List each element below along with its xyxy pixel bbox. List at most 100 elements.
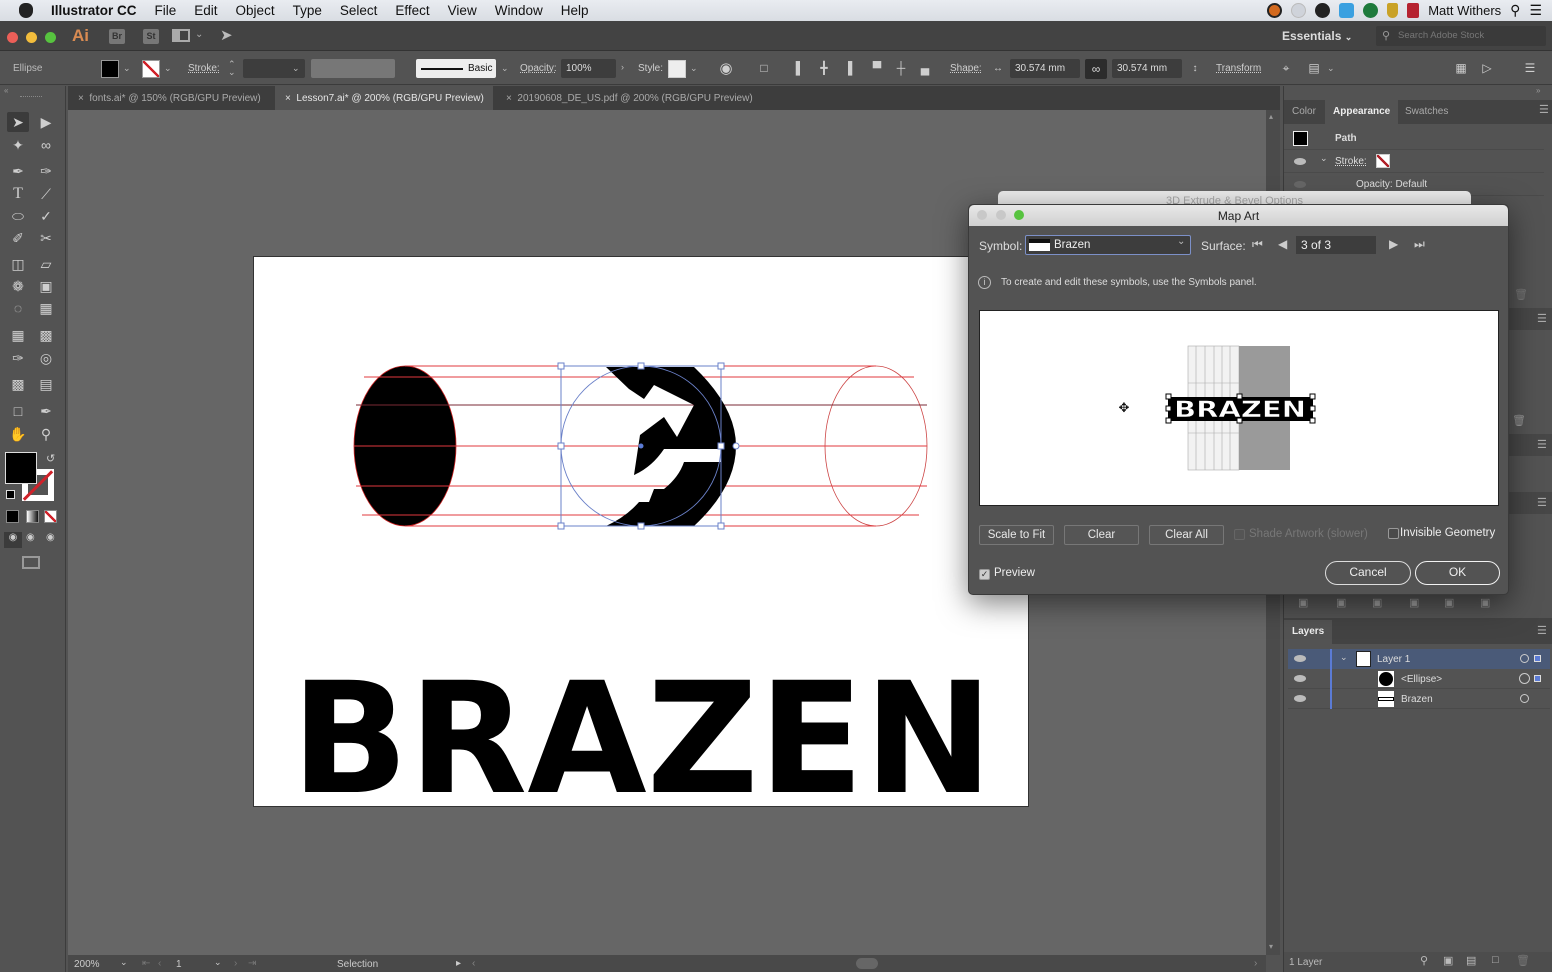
layer-name[interactable]: Layer 1 [1377,654,1410,665]
clear-all-button[interactable]: Clear All [1149,525,1224,545]
scroll-up-icon[interactable]: ▴ [1269,112,1273,121]
screen-mode-icon[interactable] [22,556,40,569]
tab-close-icon[interactable]: × [285,93,291,104]
stroke-weight-stepper[interactable]: ⌃ ⌄ [228,60,236,77]
align-left-icon[interactable]: ▌ [792,61,808,76]
line-segment-tool-icon[interactable]: ⟋ [35,184,57,204]
menu-edit[interactable]: Edit [194,3,217,18]
artboard-dropdown-chevron-icon[interactable]: ⌄ [214,957,222,968]
stroke-dropdown-chevron-icon[interactable]: ⌄ [164,63,172,74]
handle-middle-right[interactable] [717,442,725,450]
handle-top-right[interactable] [717,362,725,370]
handle[interactable] [1165,405,1172,412]
shape-label[interactable]: Shape: [950,63,982,74]
eyedropper-tool-icon[interactable]: ✑ [7,348,29,368]
handle-bottom-right[interactable] [717,522,725,530]
handle[interactable] [1236,417,1243,424]
layer-expand-chevron-icon[interactable]: ⌄ [1340,652,1348,663]
layer-visibility-eye-icon[interactable] [1294,675,1306,682]
menu-effect[interactable]: Effect [395,3,429,18]
brush-chevron-icon[interactable]: ⌄ [501,63,509,74]
artboard-number-field[interactable]: 1 [176,959,182,970]
handle-top-left[interactable] [557,362,565,370]
invisible-geometry-checkbox[interactable] [1388,528,1399,539]
doc-tab-lesson7[interactable]: × Lesson7.ai* @ 200% (RGB/GPU Preview) [275,86,493,110]
scale-to-fit-button[interactable]: Scale to Fit [979,525,1054,545]
create-sublayer-icon[interactable]: ▤ [1466,954,1476,967]
align-right-icon[interactable]: ▐ [840,61,856,76]
ellipse-tool-icon[interactable]: ⬭ [7,206,29,226]
menu-select[interactable]: Select [340,3,378,18]
default-fill-stroke-icon[interactable] [6,490,15,499]
blend-tool-icon[interactable]: ◎ [35,348,57,368]
draw-behind-icon[interactable]: ◉ [26,532,35,543]
fill-color-box[interactable] [5,452,37,484]
stroke-swatch[interactable] [142,60,160,78]
next-surface-icon[interactable]: ▶ [1389,237,1398,251]
handle[interactable] [1309,393,1316,400]
ok-button[interactable]: OK [1415,561,1500,585]
tray-app-icon[interactable] [1339,3,1355,18]
pen-tool-icon[interactable]: ✒ [7,161,29,181]
align-vertical-center-icon[interactable]: ┼ [893,61,909,76]
stock-button[interactable]: St [143,29,159,44]
menu-help[interactable]: Help [561,3,589,18]
pathfinder-exclude-icon[interactable]: ▣ [1409,596,1419,609]
symbol-preview-area[interactable]: BRAZEN ✥ [979,310,1499,506]
appearance-path-row[interactable]: Path [1284,127,1544,150]
transform-link[interactable]: Transform [1216,63,1261,74]
dialog-titlebar[interactable]: Map Art [969,205,1508,226]
recolor-artwork-icon[interactable]: ◉ [718,61,734,76]
zoom-dropdown-chevron-icon[interactable]: ⌄ [120,957,128,968]
pathfinder-minus-front-icon[interactable]: ▣ [1336,596,1346,609]
draw-inside-icon[interactable]: ◉ [46,532,55,543]
appearance-stroke-row[interactable]: ⌄ Stroke: [1284,150,1544,173]
draw-normal-icon[interactable]: ◉ [4,532,22,548]
tab-swatches[interactable]: Swatches [1397,100,1456,124]
pathfinder-trim-icon[interactable]: ▣ [1480,596,1490,609]
distribute-icon[interactable]: ▦ [1453,61,1469,76]
direct-selection-tool-icon[interactable]: ▶ [35,112,57,132]
scroll-down-icon[interactable]: ▾ [1269,942,1273,951]
handle-bottom-left[interactable] [557,522,565,530]
hand-tool-icon[interactable]: ✋ [7,424,29,444]
select-similar-icon[interactable]: ⌖ [1278,61,1294,76]
layers-panel-menu-icon[interactable]: ☰ [1537,624,1547,637]
arrange-documents-chevron-icon[interactable]: ⌄ [195,29,203,40]
scissors-tool-icon[interactable]: ✂ [35,228,57,248]
gradient-mode-button[interactable] [26,510,39,523]
puppet-warp-tool-icon[interactable]: ❁ [7,276,29,296]
locate-object-icon[interactable]: ⚲ [1420,954,1428,967]
curvature-tool-icon[interactable]: ✑ [35,161,57,181]
horizontal-scroll-thumb[interactable] [856,958,878,969]
reflect-tool-icon[interactable]: ◫ [7,254,29,274]
stroke-weight-chevron-icon[interactable]: ⌄ [292,63,300,74]
align-to-icon[interactable]: □ [756,61,772,76]
adobe-stock-search-input[interactable]: ⚲ Search Adobe Stock [1376,26,1546,46]
handle-middle-left[interactable] [557,442,565,450]
tray-script-icon[interactable] [1363,3,1379,18]
fill-dropdown-chevron-icon[interactable]: ⌄ [123,63,131,74]
shape-builder-tool-icon[interactable]: ◌ [7,298,29,318]
swap-fill-stroke-icon[interactable]: ↺ [46,452,55,465]
mesh-tool-icon[interactable]: ▦ [7,325,29,345]
pathfinder-unite-icon[interactable]: ▣ [1298,596,1308,609]
fill-swatch[interactable] [101,60,119,78]
tab-close-icon[interactable]: × [78,93,84,104]
next-artboard-icon[interactable]: › [234,958,237,969]
magic-wand-tool-icon[interactable]: ✦ [7,135,29,155]
stroke-expand-chevron-icon[interactable]: ⌄ [1320,153,1328,164]
panel-menu-icon[interactable]: ☰ [1537,496,1547,509]
artboard[interactable]: BRAZEN [253,256,1029,808]
shape-height-field[interactable]: 30.574 mm [1112,59,1182,78]
status-menu-arrow-icon[interactable]: ▸ [456,958,461,969]
column-graph-tool-icon[interactable]: ▤ [35,374,57,394]
expand-panels-icon[interactable]: » [1536,86,1540,95]
graphic-style-swatch[interactable] [668,60,686,78]
tab-color[interactable]: Color [1284,100,1324,124]
layer-name[interactable]: <Ellipse> [1401,674,1442,685]
handle-top-center[interactable] [637,362,645,370]
handle[interactable] [1236,393,1243,400]
menu-file[interactable]: File [155,3,177,18]
current-tool-status[interactable]: Selection [337,959,378,970]
